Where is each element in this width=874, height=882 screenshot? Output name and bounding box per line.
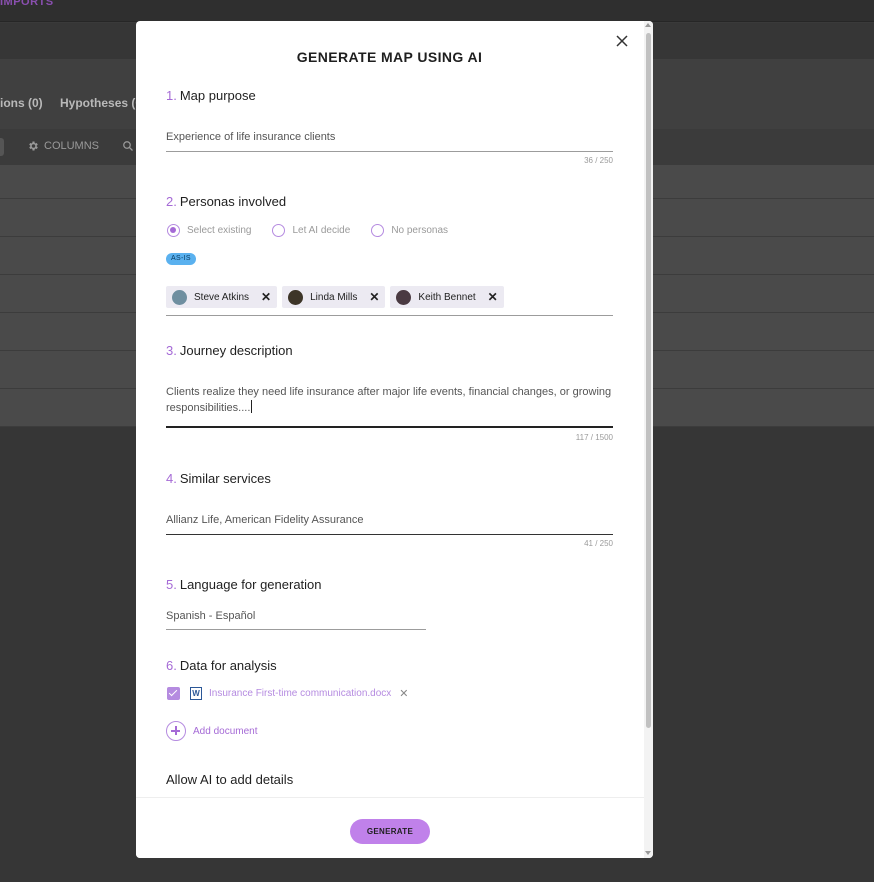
journey-description-counter: 117 / 1500	[575, 433, 613, 442]
persona-name: Linda Mills	[310, 291, 358, 303]
persona-name: Steve Atkins	[194, 291, 250, 303]
section-number: 6.	[166, 658, 177, 673]
section-number: 5.	[166, 577, 177, 592]
avatar	[172, 289, 187, 305]
search-icon	[123, 141, 133, 151]
background-search	[122, 140, 134, 155]
word-document-icon: W	[190, 687, 202, 700]
avatar	[288, 289, 304, 305]
similar-services-input[interactable]: Allianz Life, American Fidelity Assuranc…	[166, 512, 613, 528]
dialog-footer: GENERATE	[136, 797, 644, 858]
text-cursor	[251, 400, 253, 413]
section-number: 2.	[166, 194, 177, 209]
close-icon	[616, 35, 628, 47]
radio-let-ai-decide[interactable]: Let AI decide	[272, 224, 350, 237]
scroll-down-arrow-icon[interactable]	[645, 851, 651, 855]
language-underline	[166, 629, 426, 630]
radio-unchecked-icon	[371, 224, 385, 237]
scroll-up-arrow-icon[interactable]	[645, 23, 651, 27]
section-title: Personas involved	[179, 194, 287, 209]
language-select[interactable]: Spanish - Español	[166, 610, 426, 622]
similar-services-counter: 41 / 250	[584, 539, 613, 548]
background-columns-label: COLUMNS	[44, 140, 100, 152]
gear-icon	[29, 141, 38, 151]
journey-description-textarea[interactable]: Clients realize they need life insurance…	[166, 384, 613, 416]
plus-circle-icon	[166, 721, 186, 741]
persona-chip[interactable]: Keith Bennet ✕	[390, 286, 504, 308]
map-purpose-label: 1. Map purpose	[166, 88, 256, 103]
section-number: 1.	[166, 88, 177, 103]
remove-persona-icon[interactable]: ✕	[369, 290, 379, 304]
add-document-button[interactable]: Add document	[166, 721, 258, 741]
persona-chip[interactable]: Linda Mills ✕	[282, 286, 386, 308]
language-label: 5. Language for generation	[166, 577, 322, 592]
background-topbar: IMPORTS	[0, 0, 874, 22]
section-title: Similar services	[179, 471, 271, 486]
background-columns-button: COLUMNS	[27, 140, 99, 152]
generate-map-dialog: GENERATE MAP USING AI 1. Map purpose Expe…	[136, 21, 653, 858]
section-title: Language for generation	[179, 577, 322, 592]
add-document-label: Add document	[193, 725, 258, 737]
similar-services-underline	[166, 534, 613, 535]
journey-description-underline	[166, 426, 613, 428]
radio-label: Select existing	[187, 225, 252, 236]
remove-document-icon[interactable]: ✕	[399, 687, 408, 700]
journey-description-text: Clients realize they need life insurance…	[166, 386, 612, 414]
allow-ai-details-label: Allow AI to add details	[166, 772, 294, 787]
document-row: W Insurance First-time communication.doc…	[167, 687, 409, 700]
data-analysis-label: 6. Data for analysis	[166, 658, 277, 673]
personas-radio-group: Select existing Let AI decide No persona…	[167, 224, 469, 237]
as-is-badge: AS-IS	[166, 253, 196, 265]
section-title: Journey description	[179, 343, 293, 358]
background-imports-label: IMPORTS	[0, 0, 54, 8]
radio-no-personas[interactable]: No personas	[371, 224, 448, 237]
personas-underline	[166, 315, 613, 316]
background-tab-questions: ions (0)	[0, 96, 43, 110]
document-name[interactable]: Insurance First-time communication.docx	[209, 688, 391, 699]
similar-services-label: 4. Similar services	[166, 471, 271, 486]
radio-checked-icon	[167, 224, 180, 237]
map-purpose-underline	[166, 151, 613, 152]
dialog-title: GENERATE MAP USING AI	[296, 49, 483, 65]
document-checkbox[interactable]	[167, 687, 180, 700]
section-title: Map purpose	[179, 88, 256, 103]
remove-persona-icon[interactable]: ✕	[488, 290, 498, 304]
section-number: 3.	[166, 343, 177, 358]
persona-chip[interactable]: Steve Atkins ✕	[166, 286, 278, 308]
background-toolbar-button	[0, 138, 4, 156]
map-purpose-counter: 36 / 250	[584, 156, 613, 165]
background-tabs: ions (0) Hypotheses (0	[0, 96, 156, 110]
close-button[interactable]	[614, 33, 630, 49]
background-tab-hypotheses: Hypotheses (0	[60, 96, 143, 110]
radio-select-existing[interactable]: Select existing	[167, 224, 251, 237]
section-number: 4.	[166, 471, 177, 486]
section-title: Data for analysis	[179, 658, 277, 673]
personas-label: 2. Personas involved	[166, 194, 286, 209]
remove-persona-icon[interactable]: ✕	[261, 290, 271, 304]
persona-chips: Steve Atkins ✕ Linda Mills ✕ Keith Benne…	[166, 286, 504, 308]
generate-button[interactable]: GENERATE	[350, 819, 430, 844]
radio-unchecked-icon	[272, 224, 286, 237]
map-purpose-input[interactable]: Experience of life insurance clients	[166, 129, 613, 145]
radio-label: Let AI decide	[292, 225, 351, 236]
scrollbar-thumb[interactable]	[646, 33, 651, 728]
persona-name: Keith Bennet	[418, 291, 476, 303]
journey-description-label: 3. Journey description	[166, 343, 293, 358]
radio-label: No personas	[391, 225, 449, 236]
avatar	[396, 289, 412, 305]
